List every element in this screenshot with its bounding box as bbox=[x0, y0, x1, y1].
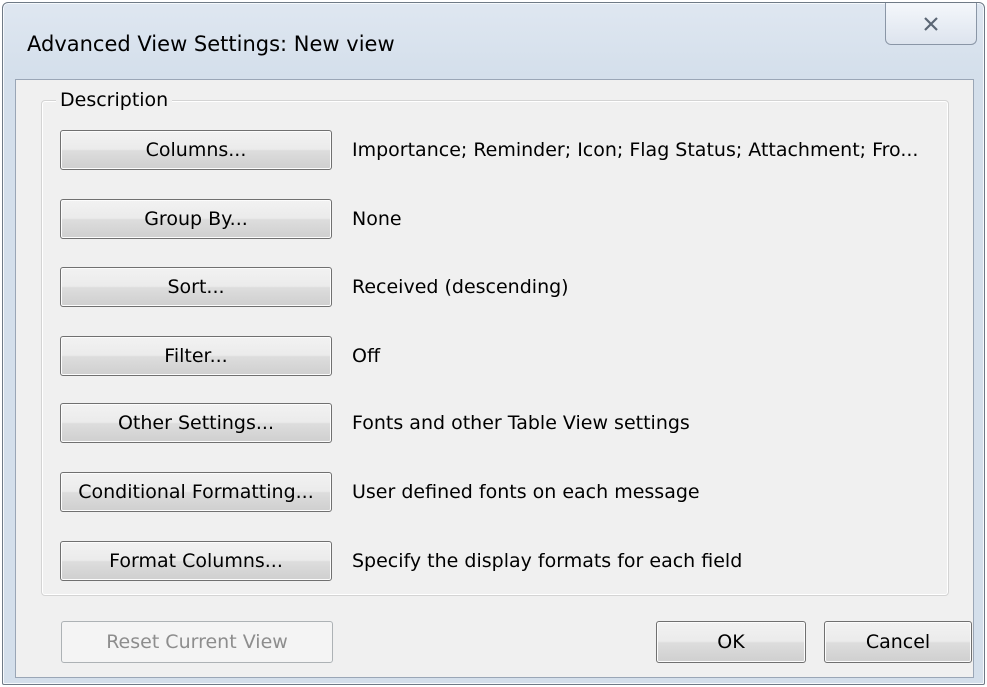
filter-button[interactable]: Filter... bbox=[60, 336, 332, 376]
reset-current-view-button[interactable]: Reset Current View bbox=[61, 621, 333, 663]
description-group: Description Columns... Importance; Remin… bbox=[41, 89, 949, 596]
dialog-window: Advanced View Settings: New view Descrip… bbox=[2, 2, 985, 685]
title-bar[interactable]: Advanced View Settings: New view bbox=[3, 3, 984, 79]
cancel-button[interactable]: Cancel bbox=[824, 621, 972, 663]
other-settings-value: Fonts and other Table View settings bbox=[352, 412, 690, 434]
format-columns-button[interactable]: Format Columns... bbox=[60, 541, 332, 581]
sort-button[interactable]: Sort... bbox=[60, 267, 332, 307]
dialog-title: Advanced View Settings: New view bbox=[27, 32, 395, 56]
columns-button[interactable]: Columns... bbox=[60, 130, 332, 170]
sort-value: Received (descending) bbox=[352, 276, 569, 298]
group-by-value: None bbox=[352, 208, 402, 230]
ok-button[interactable]: OK bbox=[656, 621, 806, 663]
conditional-formatting-value: User defined fonts on each message bbox=[352, 481, 700, 503]
dialog-client-area: Description Columns... Importance; Remin… bbox=[15, 79, 974, 678]
format-columns-value: Specify the display formats for each fie… bbox=[352, 550, 743, 572]
conditional-formatting-button[interactable]: Conditional Formatting... bbox=[60, 472, 332, 512]
description-legend: Description bbox=[56, 89, 173, 111]
other-settings-button[interactable]: Other Settings... bbox=[60, 403, 332, 443]
filter-value: Off bbox=[352, 345, 381, 367]
close-icon bbox=[924, 16, 938, 31]
columns-value: Importance; Reminder; Icon; Flag Status;… bbox=[352, 139, 919, 161]
group-by-button[interactable]: Group By... bbox=[60, 199, 332, 239]
close-button[interactable] bbox=[885, 3, 977, 45]
